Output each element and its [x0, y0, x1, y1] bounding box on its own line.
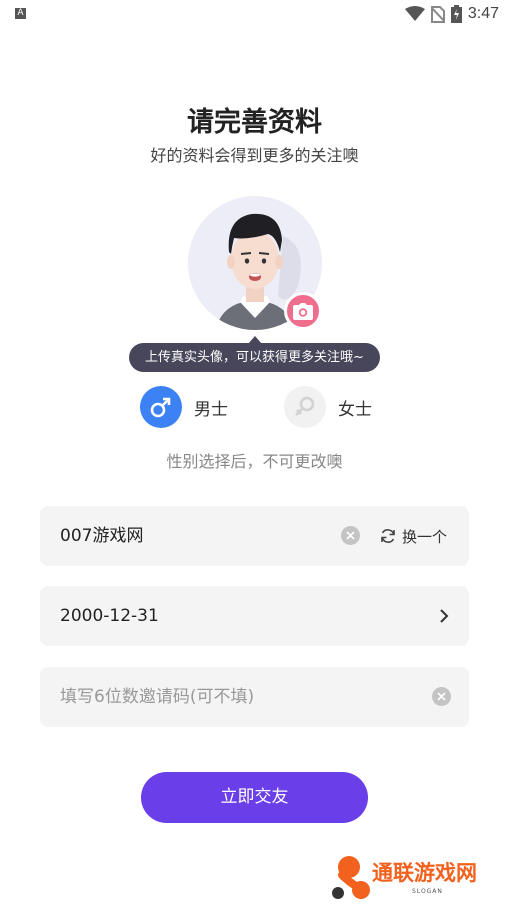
invite-code-input[interactable] — [60, 667, 420, 727]
no-sim-icon — [430, 5, 445, 23]
refresh-icon — [381, 529, 395, 543]
watermark-logo: 通联游戏网 SLOGAN — [330, 855, 505, 903]
male-symbol-icon — [140, 386, 182, 428]
wifi-icon — [404, 6, 425, 21]
app-notification-icon: A — [15, 8, 26, 19]
page-subtitle: 好的资料会得到更多的关注噢 — [150, 146, 359, 165]
refresh-label: 换一个 — [402, 527, 448, 546]
gender-female-label: 女士 — [338, 399, 372, 420]
gender-option-male[interactable]: 男士 — [140, 386, 228, 428]
gender-male-label: 男士 — [194, 399, 228, 420]
watermark-text: 通联游戏网 — [372, 861, 477, 885]
logo-mark-icon — [332, 856, 370, 899]
status-time: 3:47 — [467, 5, 499, 22]
clear-nickname-icon[interactable] — [341, 526, 360, 545]
gender-option-female[interactable]: 女士 — [284, 386, 372, 428]
birthday-value: 2000-12-31 — [60, 606, 159, 626]
invite-code-field[interactable] — [40, 667, 469, 727]
female-symbol-icon — [284, 386, 326, 428]
avatar-tooltip: 上传真实头像，可以获得更多关注哦~ — [129, 343, 380, 372]
submit-button[interactable]: 立即交友 — [141, 772, 368, 823]
gender-note: 性别选择后，不可更改噢 — [166, 452, 343, 471]
battery-charging-icon — [450, 5, 462, 23]
page-title: 请完善资料 — [187, 107, 322, 138]
status-bar: A 3:47 — [0, 0, 509, 30]
birthday-field[interactable]: 2000-12-31 — [40, 586, 469, 646]
chevron-right-icon — [440, 609, 449, 623]
random-nickname-button[interactable]: 换一个 — [380, 506, 447, 566]
nickname-value[interactable]: 007游戏网 — [60, 506, 143, 566]
camera-icon — [293, 302, 313, 320]
status-icons: 3:47 — [404, 4, 499, 24]
upload-photo-button[interactable] — [284, 292, 322, 330]
clear-invite-code-icon[interactable] — [432, 687, 451, 706]
watermark-slogan: SLOGAN — [412, 888, 443, 895]
nickname-field[interactable]: 007游戏网 换一个 — [40, 506, 469, 566]
